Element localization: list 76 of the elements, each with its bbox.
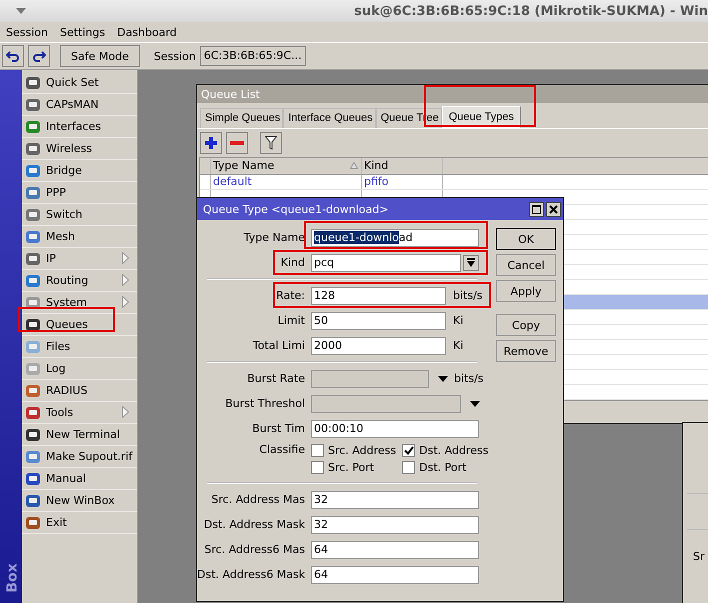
- menu-item[interactable]: Session: [6, 26, 48, 38]
- checkbox[interactable]: Src. Port: [311, 460, 396, 475]
- checkbox[interactable]: Dst. Address: [402, 443, 488, 458]
- sidebar-item[interactable]: Interfaces: [22, 116, 137, 138]
- menu-item[interactable]: Dashboard: [117, 26, 177, 38]
- sidebar-item[interactable]: Make Supout.rif: [22, 446, 137, 468]
- sidebar-item[interactable]: PPP: [22, 182, 137, 204]
- field-label: Classifie: [258, 443, 305, 456]
- field-label: Src. Address Mas: [210, 493, 305, 506]
- tab[interactable]: Simple Queues: [200, 108, 284, 128]
- sidebar-item[interactable]: RADIUS: [22, 380, 137, 402]
- input-field[interactable]: 64: [311, 540, 479, 558]
- field-label: Src. Address6 Mas: [203, 543, 305, 556]
- tab[interactable]: Queue Types: [442, 106, 521, 128]
- input-field[interactable]: 32: [311, 490, 479, 508]
- dialog-button[interactable]: Remove: [496, 340, 556, 362]
- unit-label: bits/s: [453, 289, 483, 302]
- sidebar-item[interactable]: Mesh: [22, 226, 137, 248]
- sidebar-item[interactable]: Manual: [22, 468, 137, 490]
- field-label: Burst Tim: [251, 422, 305, 435]
- dialog-title: Queue Type <queue1-download>: [203, 202, 388, 216]
- sidebar-item[interactable]: System: [22, 292, 137, 314]
- window-title: Queue List: [201, 88, 260, 100]
- unit-label: bits/s: [454, 372, 484, 385]
- sidebar-item[interactable]: Quick Set: [22, 72, 137, 94]
- type-name-field[interactable]: queue1-download: [311, 228, 479, 246]
- field-label: Kind: [280, 256, 305, 269]
- field-label: Total Limi: [252, 339, 305, 352]
- input-field[interactable]: 00:00:10: [311, 420, 479, 438]
- session-field[interactable]: 6C:3B:6B:65:9C...: [200, 46, 306, 66]
- input-field[interactable]: 32: [311, 516, 479, 534]
- side-strip: Box: [0, 70, 22, 603]
- table-cell: default: [213, 175, 252, 188]
- dialog-button[interactable]: OK: [496, 228, 556, 250]
- input-field[interactable]: 50: [311, 312, 446, 330]
- kind-dropdown[interactable]: pcq: [311, 254, 461, 272]
- sidebar-item[interactable]: Routing: [22, 270, 137, 292]
- checkbox[interactable]: Dst. Port: [402, 460, 488, 475]
- field-label: Dst. Address Mask: [202, 518, 305, 531]
- sidebar-item[interactable]: Queues: [22, 314, 137, 336]
- sidebar-item[interactable]: Exit: [22, 512, 137, 534]
- menu-item[interactable]: Settings: [60, 26, 106, 38]
- field-label: Type Name: [242, 231, 305, 244]
- sidebar-item[interactable]: Switch: [22, 204, 137, 226]
- sidebar-item[interactable]: Bridge: [22, 160, 137, 182]
- sidebar-item[interactable]: Log: [22, 358, 137, 380]
- unit-label: Ki: [453, 314, 464, 327]
- sidebar-item[interactable]: Tools: [22, 402, 137, 424]
- field-label: Sr: [693, 550, 705, 563]
- tab[interactable]: Interface Queues: [283, 108, 376, 128]
- table-cell: pfifo: [364, 175, 389, 188]
- column-header[interactable]: Kind: [362, 158, 443, 174]
- sidebar-item[interactable]: Wireless: [22, 138, 137, 160]
- input-field[interactable]: 128: [311, 286, 446, 304]
- dialog-button[interactable]: Cancel: [496, 254, 556, 276]
- dialog-button[interactable]: Apply: [496, 280, 556, 302]
- checkbox[interactable]: Src. Address: [311, 443, 396, 458]
- sidebar-item[interactable]: CAPsMAN: [22, 94, 137, 116]
- safe-mode-button[interactable]: Safe Mode: [60, 45, 140, 67]
- field-label: Limit: [276, 314, 305, 327]
- table-row[interactable]: default pfifo: [200, 175, 708, 190]
- sidebar-item[interactable]: IP: [22, 248, 137, 270]
- input-field[interactable]: 2000: [311, 336, 446, 354]
- field-label: Dst. Address6 Mask: [197, 568, 305, 581]
- sidebar-item[interactable]: New Terminal: [22, 424, 137, 446]
- input-field[interactable]: 64: [311, 566, 479, 584]
- sidebar-item[interactable]: New WinBox: [22, 490, 137, 512]
- unit-label: Ki: [453, 339, 464, 352]
- sidebar-item[interactable]: Files: [22, 336, 137, 358]
- session-label: Session: [154, 50, 196, 62]
- field-label: Rate:: [275, 289, 305, 302]
- window-title: suk@6C:3B:6B:65:9C:18 (Mikrotik-SUKMA) - Win: [354, 4, 708, 18]
- field-label: Burst Threshol: [224, 397, 305, 410]
- dialog-button[interactable]: Copy: [496, 314, 556, 336]
- column-header[interactable]: Type Name: [211, 158, 362, 174]
- field-label: Burst Rate: [246, 372, 305, 385]
